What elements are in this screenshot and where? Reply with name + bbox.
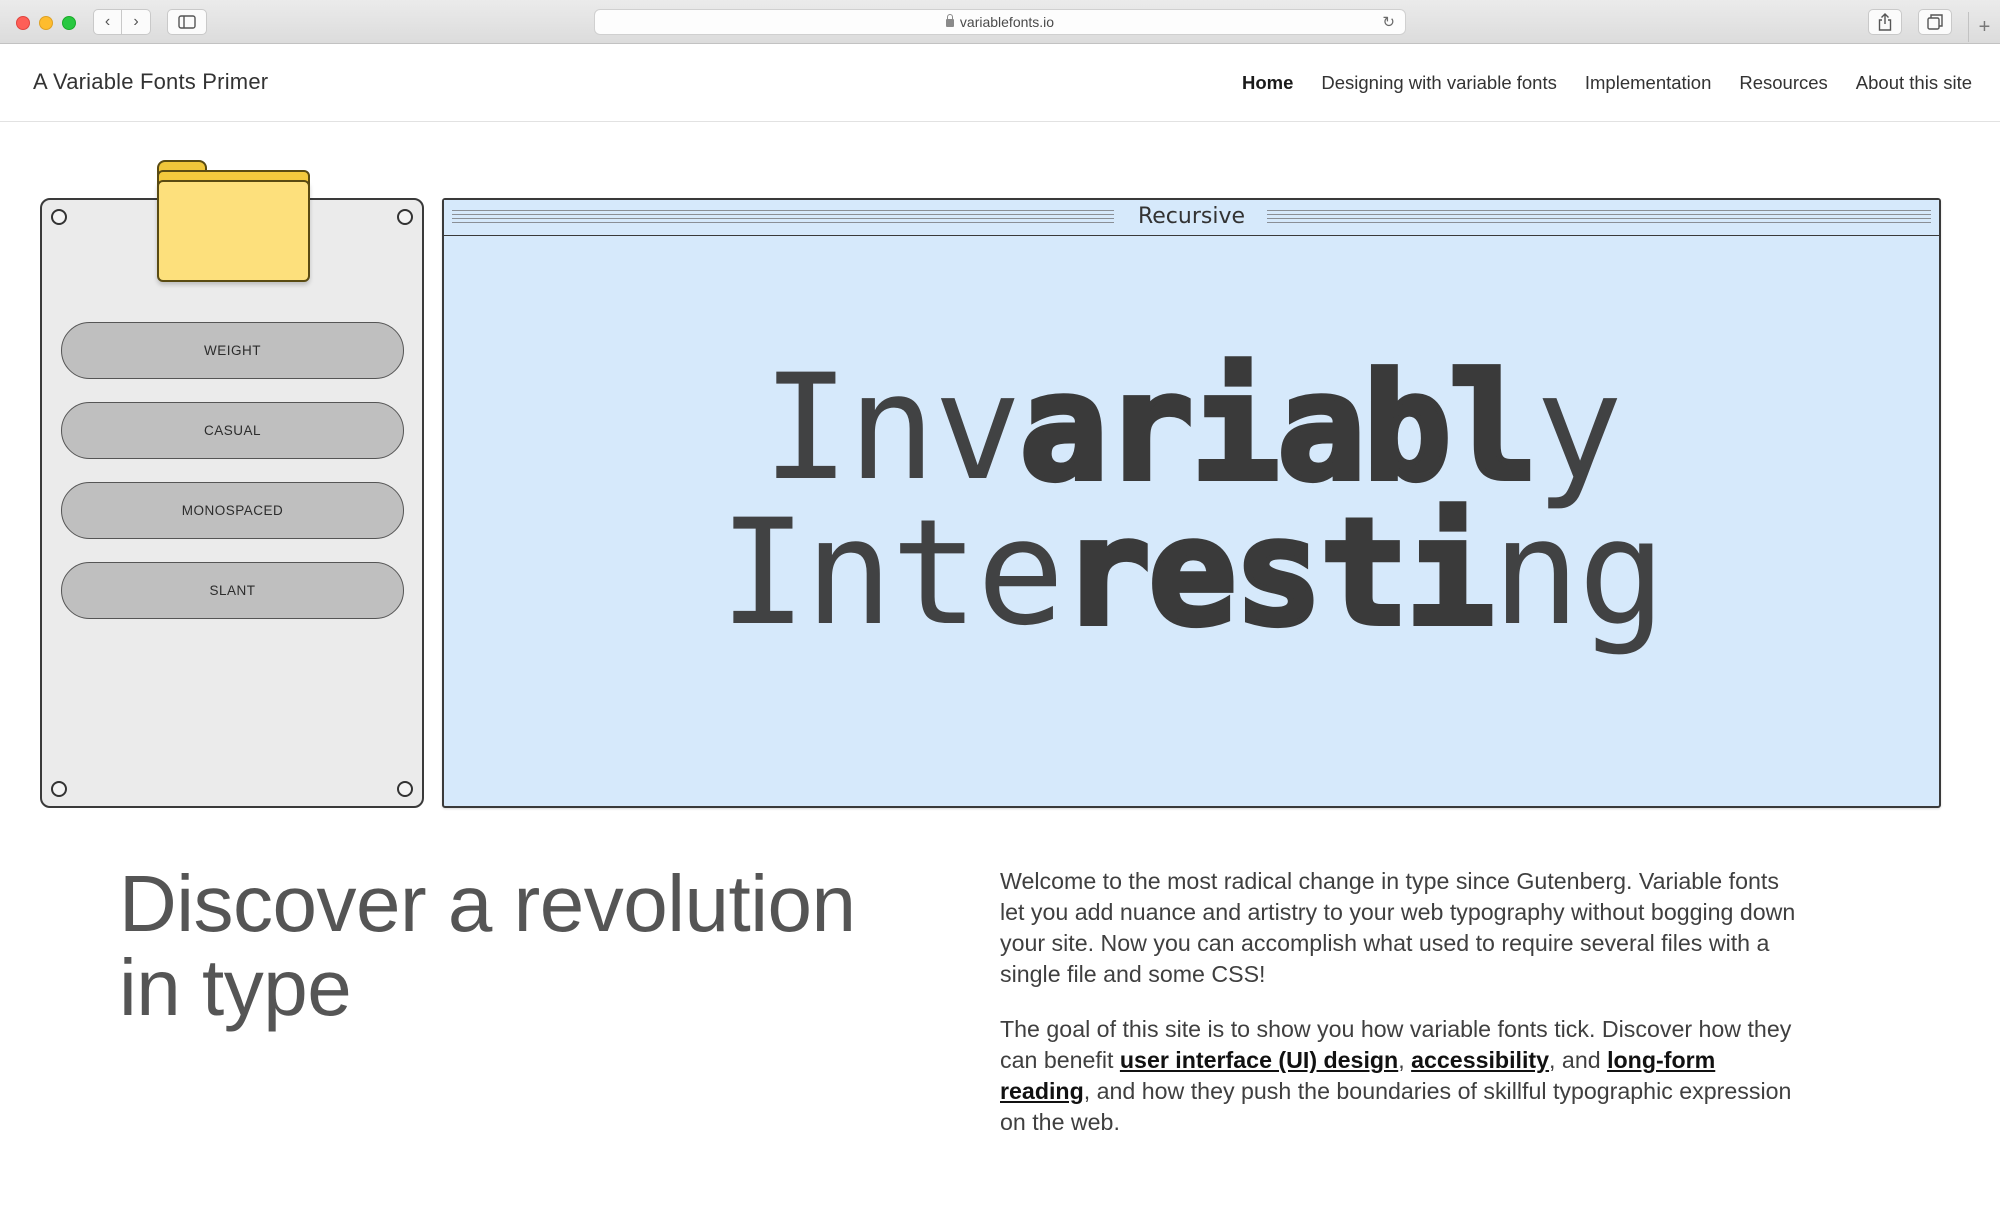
share-icon xyxy=(1878,13,1892,31)
forward-chevron-icon: › xyxy=(133,13,139,30)
screw-icon xyxy=(397,209,413,225)
font-specimen-window: Recursive Invariably Interesting xyxy=(442,198,1941,808)
share-button[interactable] xyxy=(1868,9,1902,35)
new-tab-button[interactable]: + xyxy=(1968,12,2000,42)
intro-text: Welcome to the most radical change in ty… xyxy=(1000,866,1800,1162)
nav-about[interactable]: About this site xyxy=(1856,72,1972,94)
page-heading: Discover a revolution in type xyxy=(119,859,856,1032)
weight-axis-button[interactable]: WEIGHT xyxy=(61,322,404,379)
intro-paragraph-2: The goal of this site is to show you how… xyxy=(1000,1016,1792,1135)
sidebar-icon xyxy=(178,15,196,29)
nav-implementation[interactable]: Implementation xyxy=(1585,72,1711,94)
back-chevron-icon: ‹ xyxy=(104,13,111,30)
forward-button[interactable]: › xyxy=(122,9,151,35)
screw-icon xyxy=(51,209,67,225)
site-header: A Variable Fonts Primer Home Designing w… xyxy=(0,44,2000,122)
specimen-line-1: Invariably xyxy=(761,343,1623,513)
minimize-window-button[interactable] xyxy=(39,16,53,30)
plus-icon: + xyxy=(1978,16,1991,38)
lock-icon xyxy=(945,14,954,27)
screw-icon xyxy=(51,781,67,797)
reload-icon[interactable]: ↻ xyxy=(1382,13,1395,31)
intro-paragraph-1: Welcome to the most radical change in ty… xyxy=(1000,868,1796,987)
nav-resources[interactable]: Resources xyxy=(1739,72,1827,94)
nav-home[interactable]: Home xyxy=(1242,72,1293,94)
back-button[interactable]: ‹ xyxy=(93,9,122,35)
tabs-icon xyxy=(1927,14,1943,30)
address-bar[interactable]: variablefonts.io ↻ xyxy=(594,9,1406,35)
folder-icon[interactable] xyxy=(157,160,310,282)
screw-icon xyxy=(397,781,413,797)
sidebar-toggle-button[interactable] xyxy=(167,9,207,35)
accessibility-link[interactable]: accessibility xyxy=(1411,1047,1549,1073)
specimen-titlebar: Recursive xyxy=(444,200,1939,236)
axis-control-panel: WEIGHT CASUAL MONOSPACED SLANT xyxy=(40,160,424,808)
monospaced-axis-button[interactable]: MONOSPACED xyxy=(61,482,404,539)
show-tabs-button[interactable] xyxy=(1918,9,1952,35)
main-nav: Home Designing with variable fonts Imple… xyxy=(1242,72,1972,94)
site-title[interactable]: A Variable Fonts Primer xyxy=(33,69,268,95)
specimen-line-2: Interesting xyxy=(719,488,1666,658)
close-window-button[interactable] xyxy=(16,16,30,30)
slant-axis-button[interactable]: SLANT xyxy=(61,562,404,619)
browser-toolbar: ‹ › variablefonts.io ↻ + xyxy=(0,0,2000,44)
ui-design-link[interactable]: user interface (UI) design xyxy=(1120,1047,1398,1073)
specimen-font-name: Recursive xyxy=(444,204,1939,229)
casual-axis-button[interactable]: CASUAL xyxy=(61,402,404,459)
nav-designing[interactable]: Designing with variable fonts xyxy=(1321,72,1557,94)
zoom-window-button[interactable] xyxy=(62,16,76,30)
url-text: variablefonts.io xyxy=(959,14,1055,30)
